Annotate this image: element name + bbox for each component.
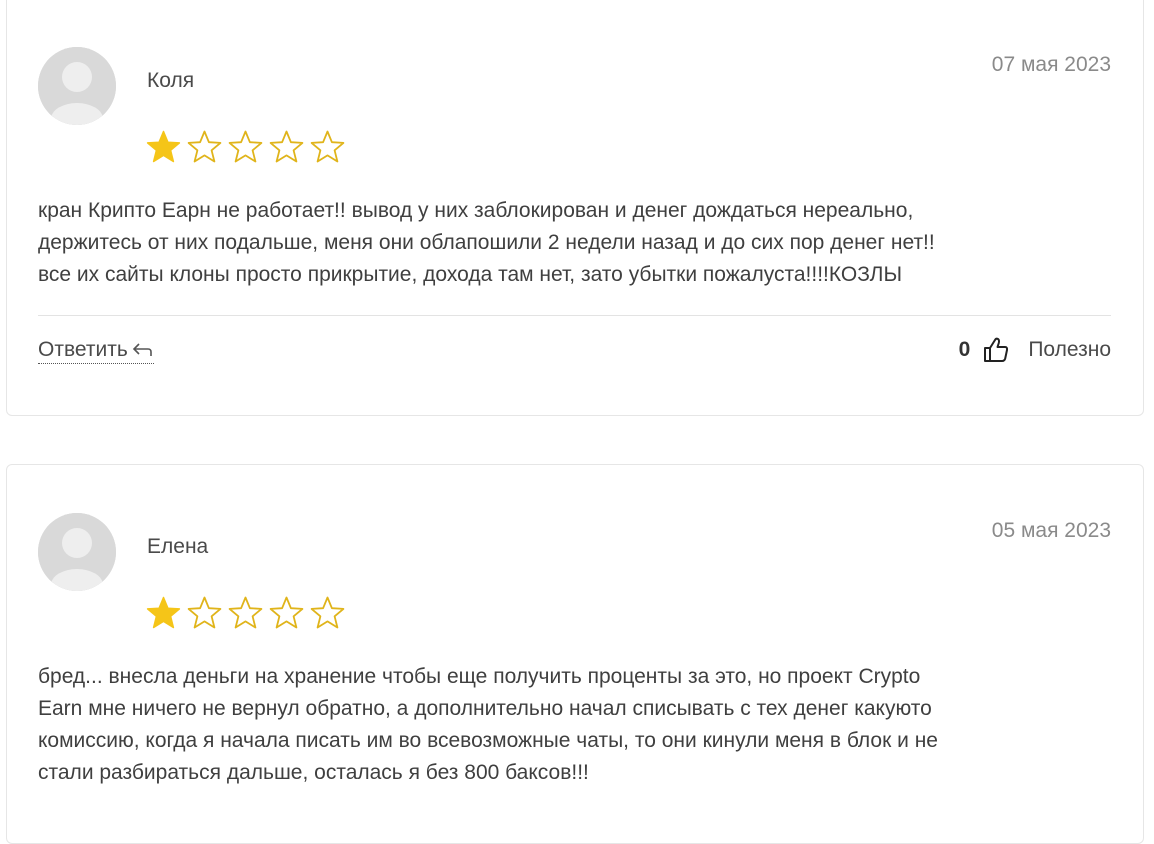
star-empty-icon [228,130,263,163]
review-text-line: все их сайты клоны просто прикрытие, дох… [38,263,903,286]
review-text: кран Крипто Еарн не работает!! вывод у н… [38,195,1118,291]
star-empty-icon [269,596,304,629]
useful-count: 0 [958,338,971,361]
star-empty-icon [187,130,222,163]
review-card: Елена 05 мая 2023 бред... внесла деньги … [6,464,1144,844]
review-text-line: бред... внесла деньги на хранение чтобы … [38,665,921,688]
review-text-line: кран Крипто Еарн не работает!! вывод у н… [38,199,914,222]
reply-label: Ответить [38,338,128,361]
review-text-line: стали разбираться дальше, осталась я без… [38,761,589,784]
star-empty-icon [269,130,304,163]
star-empty-icon [228,596,263,629]
review-text-line: Earn мне ничего не вернул обратно, а доп… [38,697,932,720]
rating-stars [145,595,346,632]
reply-arrow-icon [132,343,152,356]
review-author: Елена [147,535,209,558]
star-empty-icon [310,596,345,629]
useful-label: Полезно [1028,338,1111,361]
thumbs-up-icon[interactable] [982,336,1010,364]
review-card: Коля 07 мая 2023 кран Крипто Еарн не раб… [6,0,1144,416]
useful-section: 0 Полезно [959,336,1111,364]
review-author: Коля [147,69,195,92]
avatar-placeholder-icon [38,47,116,125]
divider [38,315,1111,316]
rating-stars [145,129,346,166]
star-filled-icon [146,596,181,629]
avatar-placeholder-icon [38,513,116,591]
star-empty-icon [187,596,222,629]
reply-button[interactable]: Ответить [38,337,154,364]
star-empty-icon [310,130,345,163]
review-text-line: держитесь от них подальше, меня они обла… [38,231,935,254]
review-text: бред... внесла деньги на хранение чтобы … [38,661,1118,789]
star-filled-icon [146,130,181,163]
review-date: 07 мая 2023 [991,53,1111,76]
review-text-line: комиссию, когда я начала писать им во вс… [38,729,938,752]
review-date: 05 мая 2023 [991,519,1111,542]
